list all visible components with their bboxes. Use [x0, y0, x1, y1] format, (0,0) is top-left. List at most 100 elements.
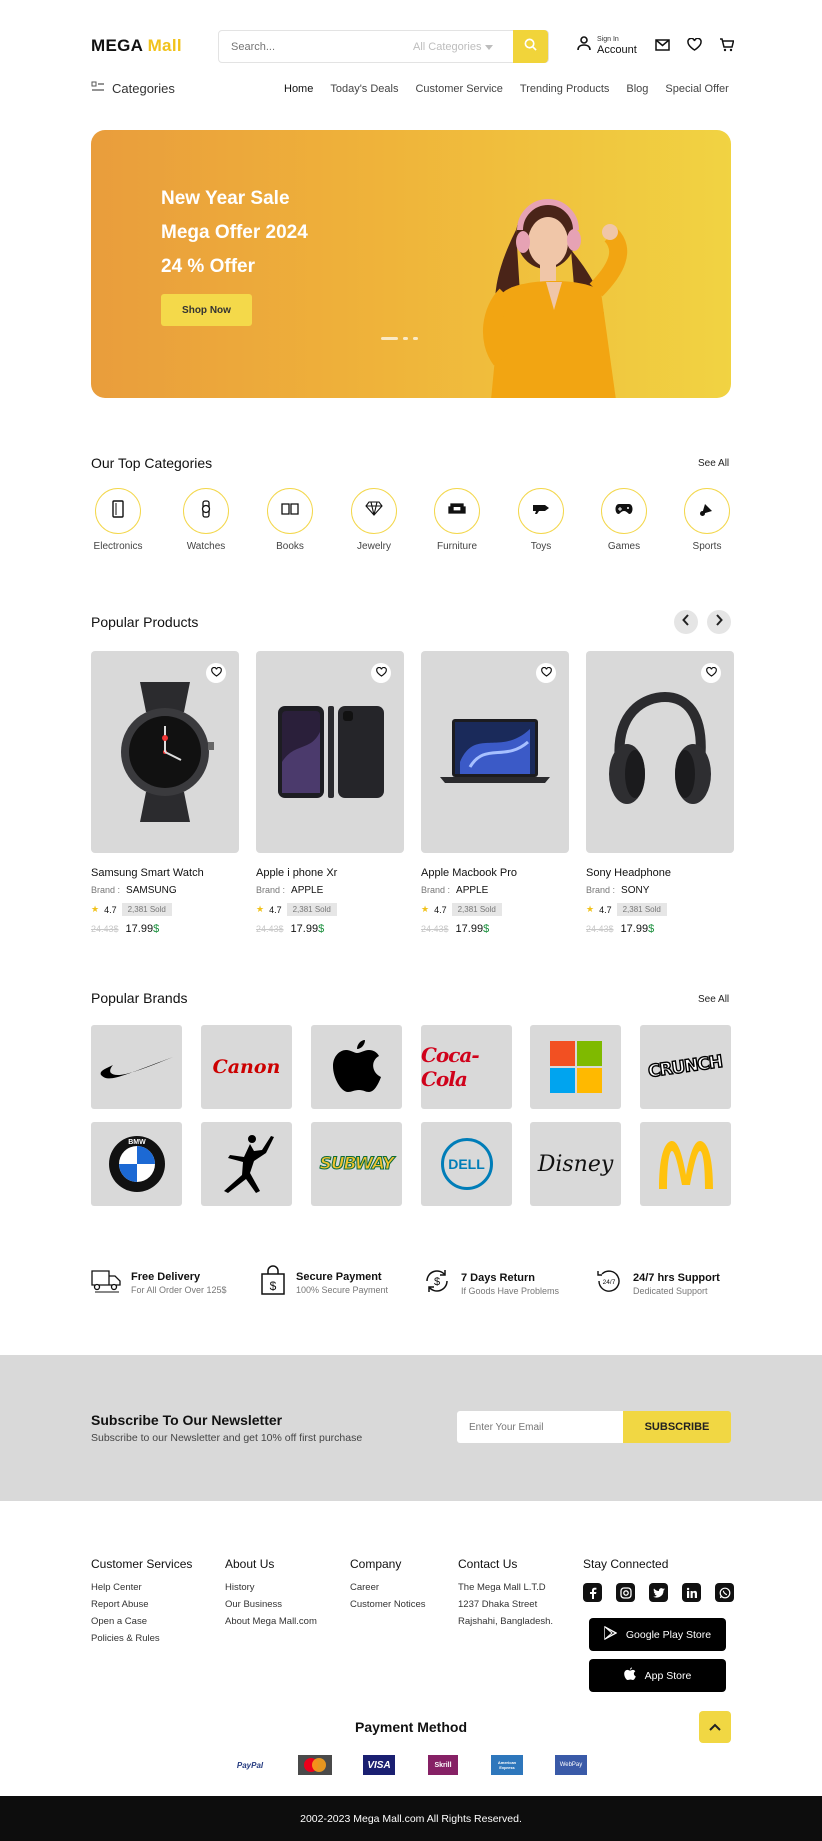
brand-subway[interactable]: SUBWAY — [311, 1122, 402, 1206]
heart-icon — [705, 664, 717, 682]
wishlist-button[interactable] — [206, 663, 226, 683]
hero-model-image — [476, 190, 636, 398]
products-prev-button[interactable] — [674, 610, 698, 634]
apple-icon — [623, 1667, 636, 1684]
category-sports[interactable]: Sports — [675, 488, 739, 552]
newsletter-title: Subscribe To Our Newsletter — [91, 1412, 283, 1428]
category-books[interactable]: Books — [258, 488, 322, 552]
subscribe-button[interactable]: SUBSCRIBE — [623, 1411, 731, 1443]
product-name[interactable]: Apple i phone Xr — [256, 867, 404, 879]
support-24-icon: 24/7 — [595, 1267, 623, 1300]
footer-col-customer-services: Customer Services Help Center Report Abu… — [91, 1557, 193, 1644]
newsletter-email-input[interactable] — [457, 1411, 623, 1443]
brand-apple[interactable] — [311, 1025, 402, 1109]
product-name[interactable]: Sony Headphone — [586, 867, 734, 879]
product-card[interactable]: Apple i phone Xr Brand : APPLE ★ 4.7 2,381 … — [256, 651, 404, 935]
heart-icon[interactable] — [687, 37, 702, 57]
app-store-button[interactable]: App Store — [589, 1659, 726, 1692]
footer-link[interactable]: Our Business — [225, 1599, 317, 1610]
footer-link[interactable]: Career — [350, 1582, 426, 1593]
sold-badge: 2,381 Sold — [616, 903, 667, 916]
instagram-icon[interactable] — [616, 1583, 635, 1602]
product-image-smartwatch[interactable] — [91, 651, 239, 853]
brand-disney[interactable]: Disney — [530, 1122, 621, 1206]
footer-link[interactable]: History — [225, 1582, 317, 1593]
brands-see-all-link[interactable]: See All — [698, 994, 729, 1005]
amex-logo: American Express — [491, 1755, 523, 1775]
google-play-button[interactable]: Google Play Store — [589, 1618, 726, 1651]
category-toys[interactable]: Toys — [509, 488, 573, 552]
footer-col-about-us: About Us History Our Business About Mega… — [225, 1557, 317, 1627]
product-card[interactable]: Samsung Smart Watch Brand : SAMSUNG ★ 4.7 2… — [91, 651, 239, 935]
brand-coca-cola[interactable]: Coca-Cola — [421, 1025, 512, 1109]
nav-trending-products[interactable]: Trending Products — [520, 83, 609, 95]
carousel-dots[interactable] — [381, 337, 418, 340]
product-price: 17.99$ — [455, 923, 490, 935]
product-image-laptop[interactable] — [421, 651, 569, 853]
brand-canon[interactable]: Canon — [201, 1025, 292, 1109]
footer-col-company: Company Career Customer Notices — [350, 1557, 426, 1610]
categories-button[interactable]: Categories — [91, 81, 175, 96]
smartphone-icon — [111, 499, 125, 523]
search-input[interactable] — [219, 40, 409, 53]
brand-crunch[interactable]: CRUNCH — [640, 1025, 731, 1109]
site-logo[interactable]: MEGA Mall — [91, 36, 182, 56]
whatsapp-icon[interactable] — [715, 1583, 734, 1602]
nav-blog[interactable]: Blog — [626, 83, 648, 95]
footer-link[interactable]: About Mega Mall.com — [225, 1616, 317, 1627]
product-image-phone[interactable] — [256, 651, 404, 853]
product-name[interactable]: Apple Macbook Pro — [421, 867, 569, 879]
product-card[interactable]: Apple Macbook Pro Brand : APPLE ★ 4.7 2,381… — [421, 651, 569, 935]
watch-icon — [200, 499, 212, 523]
back-to-top-button[interactable] — [699, 1711, 731, 1743]
footer-link[interactable]: Policies & Rules — [91, 1633, 192, 1644]
wishlist-button[interactable] — [536, 663, 556, 683]
nav-special-offer[interactable]: Special Offer — [665, 83, 728, 95]
shop-now-button[interactable]: Shop Now — [161, 294, 252, 326]
category-watches[interactable]: Watches — [174, 488, 238, 552]
mail-icon[interactable] — [655, 38, 670, 57]
product-image-headphone[interactable] — [586, 651, 734, 853]
wishlist-button[interactable] — [701, 663, 721, 683]
nav-home[interactable]: Home — [284, 83, 313, 95]
brand-mcdonalds[interactable] — [640, 1122, 731, 1206]
products-next-button[interactable] — [707, 610, 731, 634]
nav-todays-deals[interactable]: Today's Deals — [330, 83, 398, 95]
old-price: 24.43$ — [421, 924, 449, 934]
product-rating: 4.7 — [599, 904, 612, 915]
social-links — [583, 1583, 734, 1602]
footer-col-contact-us: Contact Us The Mega Mall L.T.D 1237 Dhak… — [458, 1557, 554, 1627]
top-categories-title: Our Top Categories — [91, 455, 213, 471]
brand-dell[interactable]: DELL — [421, 1122, 512, 1206]
category-electronics[interactable]: Electronics — [86, 488, 150, 552]
search-icon — [524, 38, 537, 56]
account-link[interactable]: Sign In Account — [577, 36, 637, 56]
facebook-icon[interactable] — [583, 1583, 602, 1602]
product-card[interactable]: Sony Headphone Brand : SONY ★ 4.7 2,381 Sol… — [586, 651, 734, 935]
chevron-left-icon — [682, 613, 690, 631]
brand-jordan[interactable] — [201, 1122, 292, 1206]
wishlist-button[interactable] — [371, 663, 391, 683]
gamepad-icon — [615, 502, 633, 520]
category-select[interactable]: All Categories — [413, 41, 494, 53]
category-games[interactable]: Games — [592, 488, 656, 552]
cart-icon[interactable] — [719, 38, 735, 57]
footer-link[interactable]: Report Abuse — [91, 1599, 192, 1610]
brand-bmw[interactable]: BMW — [91, 1122, 182, 1206]
footer-link[interactable]: Help Center — [91, 1582, 192, 1593]
categories-see-all-link[interactable]: See All — [698, 458, 729, 469]
search-button[interactable] — [513, 30, 548, 63]
product-name[interactable]: Samsung Smart Watch — [91, 867, 239, 879]
toy-icon — [532, 502, 550, 520]
twitter-icon[interactable] — [649, 1583, 668, 1602]
return-dollar-icon: $ — [423, 1267, 451, 1300]
chevron-right-icon — [715, 613, 723, 631]
category-jewelry[interactable]: Jewelry — [342, 488, 406, 552]
brand-nike[interactable] — [91, 1025, 182, 1109]
brand-microsoft[interactable] — [530, 1025, 621, 1109]
footer-link[interactable]: Open a Case — [91, 1616, 192, 1627]
category-furniture[interactable]: Furniture — [425, 488, 489, 552]
footer-link[interactable]: Customer Notices — [350, 1599, 426, 1610]
nav-customer-service[interactable]: Customer Service — [415, 83, 502, 95]
linkedin-icon[interactable] — [682, 1583, 701, 1602]
